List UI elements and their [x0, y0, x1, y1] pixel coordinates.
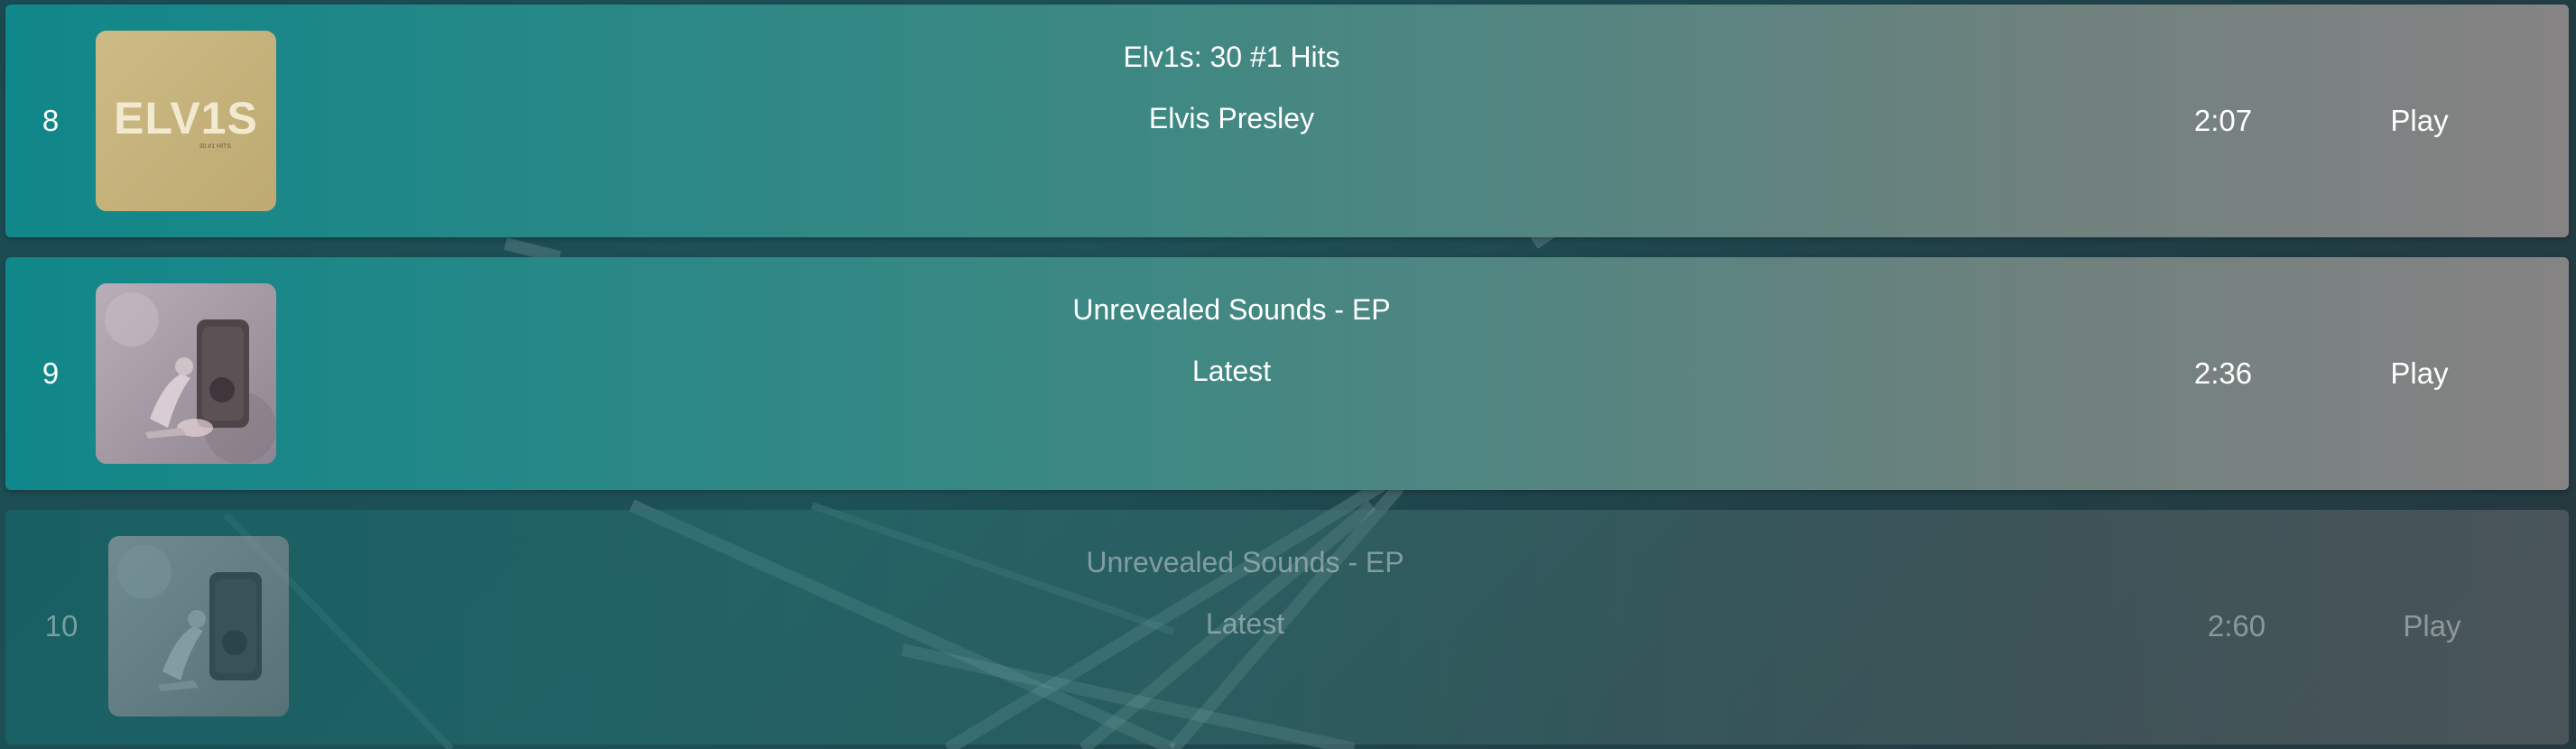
track-duration: 2:36: [2193, 356, 2253, 390]
track-artist: Elvis Presley: [1148, 102, 1315, 134]
track-title: Unrevealed Sounds - EP: [1086, 546, 1404, 578]
track-row[interactable]: 8 ELV1S 30 #1 HITS Elv1s: 30 #1 Hits Elv…: [5, 5, 2569, 237]
track-row[interactable]: 9 Unrevealed Sounds - EP Latest 2:36 Pla…: [5, 257, 2569, 490]
track-artist: Latest: [1191, 355, 1272, 387]
play-button[interactable]: Play: [2358, 599, 2507, 653]
track-duration: 2:60: [2207, 609, 2266, 643]
play-button[interactable]: Play: [2345, 347, 2494, 401]
track-duration: 2:07: [2193, 104, 2253, 137]
play-button[interactable]: Play: [2345, 94, 2494, 148]
track-artist: Latest: [1205, 607, 1285, 640]
track-row[interactable]: 10 Unrevealed Sounds - EP Latest 2:60 Pl…: [5, 510, 2569, 744]
track-list: 8 ELV1S 30 #1 HITS Elv1s: 30 #1 Hits Elv…: [0, 0, 2576, 749]
track-title: Elv1s: 30 #1 Hits: [1123, 41, 1340, 73]
artwork-subtitle-text: 30 #1 HITS: [199, 143, 232, 150]
track-title: Unrevealed Sounds - EP: [1072, 293, 1391, 326]
